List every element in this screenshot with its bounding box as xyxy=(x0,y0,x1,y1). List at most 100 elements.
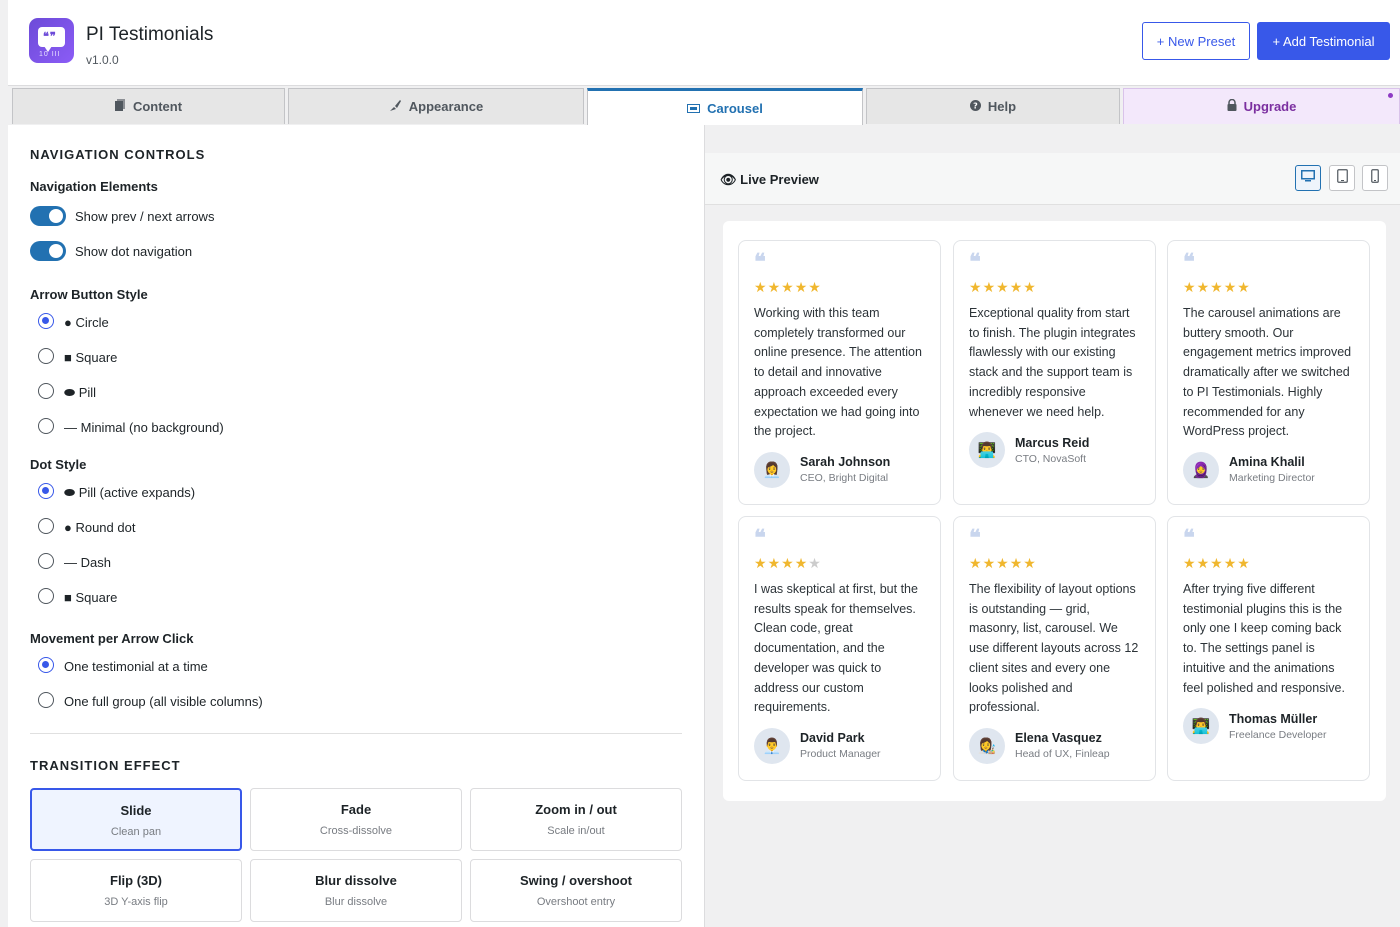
section-divider xyxy=(30,733,682,734)
navigation-elements-label: Navigation Elements xyxy=(30,179,158,194)
testimonial-card: ❝ ★★★★★ Working with this team completely … xyxy=(738,240,941,505)
star-filled-icon: ★ xyxy=(808,279,822,295)
movement-one-radio[interactable] xyxy=(38,657,54,673)
star-filled-icon: ★ xyxy=(982,555,997,571)
star-filled-icon: ★ xyxy=(1223,279,1238,295)
star-filled-icon: ★ xyxy=(996,279,1010,295)
star-rating: ★★★★★ xyxy=(1183,279,1354,296)
testimonial-preview: ❝ ★★★★★ Working with this team completely … xyxy=(723,221,1386,801)
arrow-style-circle-radio[interactable] xyxy=(38,313,54,329)
preview-panel: 👁 Live Preview ❝ ★★★★★ Working with this t… xyxy=(705,125,1400,927)
dot-style-pill-radio[interactable] xyxy=(38,483,54,499)
eye-icon: 👁 xyxy=(720,172,737,187)
star-rating: ★★★★★ xyxy=(754,279,925,296)
arrow-style-square-label: ■ Square xyxy=(64,350,118,365)
tab-help[interactable]: ? Help xyxy=(866,88,1120,124)
live-preview-title: 👁 Live Preview xyxy=(720,172,819,187)
star-filled-icon: ★ xyxy=(982,279,997,295)
desktop-view-button[interactable] xyxy=(1295,165,1321,191)
arrow-style-minimal-radio[interactable] xyxy=(38,418,54,434)
author-name: Sarah Johnson xyxy=(800,455,891,470)
testimonial-text: I was skeptical at first, but the result… xyxy=(754,582,918,715)
testimonial-text: Exceptional quality from start to finish… xyxy=(969,306,1136,419)
testimonial-author: 👩‍💼 Sarah Johnson CEO, Bright Digital xyxy=(754,451,925,488)
transition-blur-card[interactable]: Blur dissolve Blur dissolve xyxy=(250,859,462,922)
new-preset-button[interactable]: + New Preset xyxy=(1142,22,1250,60)
svg-text:?: ? xyxy=(973,102,978,111)
quote-icon: ❝ xyxy=(969,249,981,275)
transition-swing-card[interactable]: Swing / overshoot Overshoot entry xyxy=(470,859,682,922)
star-filled-icon: ★ xyxy=(767,555,782,571)
star-rating: ★★★★★ xyxy=(969,279,1140,296)
add-testimonial-button[interactable]: + Add Testimonial xyxy=(1257,22,1390,60)
movement-group-label: One full group (all visible columns) xyxy=(64,694,263,709)
desktop-icon xyxy=(1301,169,1315,187)
author-role: Product Manager xyxy=(800,748,881,761)
arrow-style-minimal-label: — Minimal (no background) xyxy=(64,420,224,435)
star-filled-icon: ★ xyxy=(996,555,1010,571)
page-icon xyxy=(114,99,126,114)
tab-appearance[interactable]: Appearance xyxy=(288,88,584,124)
tab-carousel[interactable]: Carousel xyxy=(587,88,863,125)
arrow-style-circle-label: ● Circle xyxy=(64,315,109,330)
testimonial-author: 👨‍💻 Marcus Reid CTO, NovaSoft xyxy=(969,432,1140,469)
app-logo: ❝❞ 10 III xyxy=(29,18,74,63)
author-name: Thomas Müller xyxy=(1229,711,1318,726)
dot-style-dash-radio[interactable] xyxy=(38,553,54,569)
carousel-icon xyxy=(687,101,701,116)
tab-upgrade[interactable]: Upgrade xyxy=(1123,88,1400,124)
app-title: PI Testimonials xyxy=(86,24,214,45)
dot-style-dash-label: — Dash xyxy=(64,555,111,570)
dot-style-label: Dot Style xyxy=(30,457,87,472)
transition-slide-card[interactable]: Slide Clean pan xyxy=(30,788,242,851)
star-filled-icon: ★ xyxy=(794,279,809,295)
dot-style-square-radio[interactable] xyxy=(38,588,54,604)
tab-content[interactable]: Content xyxy=(12,88,285,124)
transition-zoom-card[interactable]: Zoom in / out Scale in/out xyxy=(470,788,682,851)
transition-fade-card[interactable]: Fade Cross-dissolve xyxy=(250,788,462,851)
section-title-transition: TRANSITION EFFECT xyxy=(30,758,181,773)
arrow-style-label: Arrow Button Style xyxy=(30,287,148,302)
arrow-style-square-radio[interactable] xyxy=(38,348,54,364)
arrow-style-pill-radio[interactable] xyxy=(38,383,54,399)
testimonial-text: Working with this team completely transf… xyxy=(754,306,922,439)
brush-icon xyxy=(389,99,402,115)
mobile-icon xyxy=(1371,168,1379,188)
star-filled-icon: ★ xyxy=(1183,555,1197,571)
star-filled-icon: ★ xyxy=(1009,279,1024,295)
star-filled-icon: ★ xyxy=(1210,555,1224,571)
section-title-navigation: NAVIGATION CONTROLS xyxy=(30,147,206,162)
avatar: 🧕 xyxy=(1183,451,1219,488)
star-filled-icon: ★ xyxy=(754,279,768,295)
tablet-view-button[interactable] xyxy=(1329,165,1355,191)
star-filled-icon: ★ xyxy=(754,555,768,571)
quote-icon: ❝ xyxy=(1183,249,1195,275)
testimonial-text: The carousel animations are buttery smoo… xyxy=(1183,306,1352,439)
lock-icon xyxy=(1227,98,1237,114)
author-role: Freelance Developer xyxy=(1229,728,1327,741)
arrows-toggle-label: Show prev / next arrows xyxy=(75,209,215,224)
testimonial-author: 👩‍🎨 Elena Vasquez Head of UX, Finleap xyxy=(969,727,1140,764)
dots-toggle-label: Show dot navigation xyxy=(75,244,193,259)
help-icon: ? xyxy=(969,99,981,114)
movement-group-radio[interactable] xyxy=(38,692,54,708)
app-header: ❝❞ 10 III PI Testimonials v1.0.0 + New P… xyxy=(8,0,1400,86)
quote-icon: ❝ xyxy=(1183,525,1195,551)
tablet-icon xyxy=(1336,168,1348,188)
star-filled-icon: ★ xyxy=(1183,279,1197,295)
star-filled-icon: ★ xyxy=(1009,555,1024,571)
star-filled-icon: ★ xyxy=(781,279,795,295)
avatar: 👨‍💻 xyxy=(1183,708,1219,745)
avatar: 👩‍🎨 xyxy=(969,727,1005,764)
dots-toggle[interactable] xyxy=(30,241,66,261)
dot-style-round-radio[interactable] xyxy=(38,518,54,534)
star-filled-icon: ★ xyxy=(1223,555,1238,571)
author-name: Marcus Reid xyxy=(1015,435,1090,450)
transition-flip-card[interactable]: Flip (3D) 3D Y-axis flip xyxy=(30,859,242,922)
star-filled-icon: ★ xyxy=(1237,555,1251,571)
testimonial-author: 👨‍💻 Thomas Müller Freelance Developer xyxy=(1183,708,1354,745)
quote-icon: ❝ xyxy=(754,525,766,551)
star-filled-icon: ★ xyxy=(1237,279,1251,295)
mobile-view-button[interactable] xyxy=(1362,165,1388,191)
arrows-toggle[interactable] xyxy=(30,206,66,226)
